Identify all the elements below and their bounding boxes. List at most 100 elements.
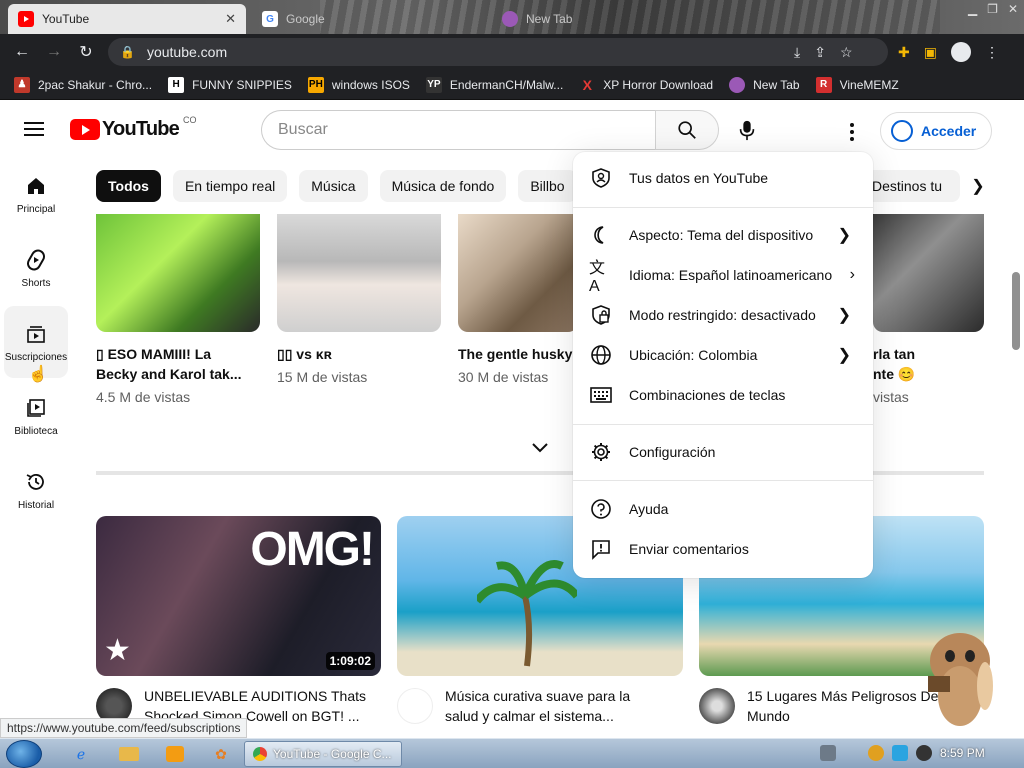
tray-search-icon[interactable] — [868, 745, 884, 761]
star-icon[interactable]: ☆ — [840, 44, 853, 61]
channel-avatar[interactable] — [699, 688, 735, 724]
voice-search-button[interactable] — [727, 110, 767, 150]
folder-icon[interactable] — [114, 742, 144, 766]
tab-new-tab[interactable]: New Tab — [492, 4, 692, 34]
menu-divider — [573, 480, 873, 481]
short-thumbnail[interactable] — [96, 214, 260, 332]
ph-icon: PH — [307, 76, 324, 93]
channel-avatar[interactable] — [397, 688, 433, 724]
omnibox-actions: ⤓ ⇪ ☆ — [794, 38, 853, 66]
short-title[interactable]: rla tan nte 😊 — [873, 344, 983, 384]
profile-avatar[interactable] — [950, 42, 971, 62]
sidebar-item-shorts[interactable]: Shorts — [4, 232, 68, 304]
tray-network-icon[interactable] — [892, 745, 908, 761]
close-tab-icon[interactable]: ✕ — [225, 11, 236, 27]
media-player-icon[interactable] — [160, 742, 190, 766]
short-title[interactable]: ▯ ESO MAMIII! La Becky and Karol tak... — [96, 344, 256, 384]
reload-icon[interactable]: ↻ — [70, 36, 102, 68]
tab-google[interactable]: G Google — [252, 4, 482, 34]
share-icon[interactable]: ⇪ — [814, 44, 826, 61]
tab-title: Google — [286, 12, 325, 26]
youtube-logo[interactable]: YouTube CO — [70, 114, 197, 141]
bookmark-item[interactable]: YP EndermanCH/Malw... — [425, 76, 563, 93]
sidebar: Principal Shorts Suscripciones Bibliotec… — [0, 158, 72, 738]
title-line: The gentle husky ▯ — [458, 346, 576, 362]
tray-volume-icon[interactable] — [916, 745, 932, 761]
internet-explorer-icon[interactable]: ℯ — [66, 742, 96, 766]
menu-item-restricted-mode[interactable]: Modo restringido: desactivado ❯ — [573, 295, 873, 335]
taskbar-button-label: YouTube - Google C... — [273, 747, 392, 761]
install-icon[interactable]: ⤓ — [794, 44, 800, 61]
chip-en-tiempo-real[interactable]: En tiempo real — [172, 170, 288, 202]
bookmark-item[interactable]: H FUNNY SNIPPIES — [168, 76, 292, 93]
new-tab-favicon-icon — [502, 11, 518, 27]
chip-musica-de-fondo[interactable]: Música de fondo — [379, 170, 507, 202]
url-text: youtube.com — [146, 44, 228, 60]
menu-item-appearance[interactable]: Aspecto: Tema del dispositivo ❯ — [573, 215, 873, 255]
title-line: Becky and Karol tak... — [96, 366, 242, 382]
chrome-icon — [253, 747, 267, 761]
extensions-icon[interactable]: ✚ — [898, 44, 910, 61]
title-line: rla tan — [873, 346, 916, 362]
sidebar-item-history[interactable]: Historial — [4, 454, 68, 526]
short-title[interactable]: ▯▯ vs ᴋʀ — [277, 344, 437, 364]
bookmark-item[interactable]: R VineMEMZ — [815, 76, 899, 93]
search-input[interactable]: Buscar — [261, 110, 657, 150]
taskbar-chrome-button[interactable]: YouTube - Google C... — [244, 741, 402, 767]
menu-divider — [573, 207, 873, 208]
maximize-icon[interactable]: ❐ — [987, 2, 998, 16]
sidebar-item-library[interactable]: Biblioteca — [4, 380, 68, 452]
chevron-down-icon[interactable] — [530, 438, 550, 458]
chrome-menu-icon[interactable]: ⋮ — [985, 44, 999, 61]
menu-item-language[interactable]: 文A Idioma: Español latinoamericano › — [573, 255, 873, 295]
bookmark-item[interactable]: ♟ 2pac Shakur - Chro... — [14, 76, 152, 93]
menu-item-help[interactable]: Ayuda — [573, 489, 873, 529]
close-window-icon[interactable]: ✕ — [1008, 2, 1018, 16]
menu-item-location[interactable]: Ubicación: Colombia ❯ — [573, 335, 873, 375]
account-circle-icon — [891, 120, 913, 142]
menu-item-keyboard-shortcuts[interactable]: Combinaciones de teclas — [573, 375, 873, 415]
menu-item-settings[interactable]: Configuración — [573, 432, 873, 472]
tab-youtube[interactable]: YouTube ✕ — [8, 4, 246, 34]
minimize-icon[interactable]: ▁ — [968, 2, 977, 16]
chevron-right-icon[interactable]: ❯ — [966, 174, 990, 198]
app-icon[interactable]: ✿ — [206, 742, 236, 766]
sign-in-button[interactable]: Acceder — [880, 112, 992, 150]
video-title[interactable]: Música curativa suave para la salud y cal… — [445, 686, 675, 726]
short-thumbnail[interactable] — [873, 214, 984, 332]
start-orb-icon[interactable] — [6, 740, 42, 768]
search-icon — [678, 121, 696, 139]
video-thumbnail[interactable]: OMG! ★ 1:09:02 — [96, 516, 381, 676]
chip-musica[interactable]: Música — [299, 170, 368, 202]
short-thumbnail[interactable] — [458, 214, 578, 332]
sidebar-item-label: Principal — [16, 203, 56, 215]
settings-more-button[interactable] — [832, 112, 872, 152]
bookmark-item[interactable]: PH windows ISOS — [307, 76, 410, 93]
sidebar-item-home[interactable]: Principal — [4, 158, 68, 230]
short-title[interactable]: The gentle husky ▯ — [458, 344, 576, 364]
keyboard-icon — [589, 383, 613, 407]
bookmark-item[interactable]: X XP Horror Download — [579, 77, 714, 93]
tab-title: YouTube — [42, 12, 90, 26]
tray-app-icon[interactable] — [820, 745, 836, 761]
view-count: 30 M de vistas — [458, 369, 549, 385]
short-thumbnail[interactable] — [277, 214, 441, 332]
omnibox[interactable]: 🔒 youtube.com — [108, 38, 888, 66]
chip-destinos[interactable]: Destinos tu — [860, 170, 960, 202]
back-arrow-icon[interactable]: ← — [6, 36, 38, 68]
chip-todos[interactable]: Todos — [96, 170, 161, 202]
search-button[interactable] — [655, 110, 719, 150]
sign-in-label: Acceder — [921, 123, 977, 139]
bookmark-item[interactable]: New Tab — [729, 76, 800, 93]
scrollbar-thumb[interactable] — [1012, 272, 1020, 350]
forward-arrow-icon[interactable]: → — [38, 36, 70, 68]
sidepanel-icon[interactable]: ▣ — [924, 44, 937, 61]
country-code: CO — [182, 114, 197, 125]
hamburger-menu-icon[interactable] — [22, 118, 46, 142]
star-logo-icon: ★ — [104, 634, 131, 667]
taskbar-clock[interactable]: 8:59 PM — [940, 746, 985, 760]
chevron-right-icon: ❯ — [837, 227, 851, 244]
menu-item-your-data[interactable]: Tus datos en YouTube — [573, 158, 873, 198]
chip-billboard[interactable]: Billbo — [518, 170, 577, 202]
menu-item-send-feedback[interactable]: Enviar comentarios — [573, 529, 873, 569]
